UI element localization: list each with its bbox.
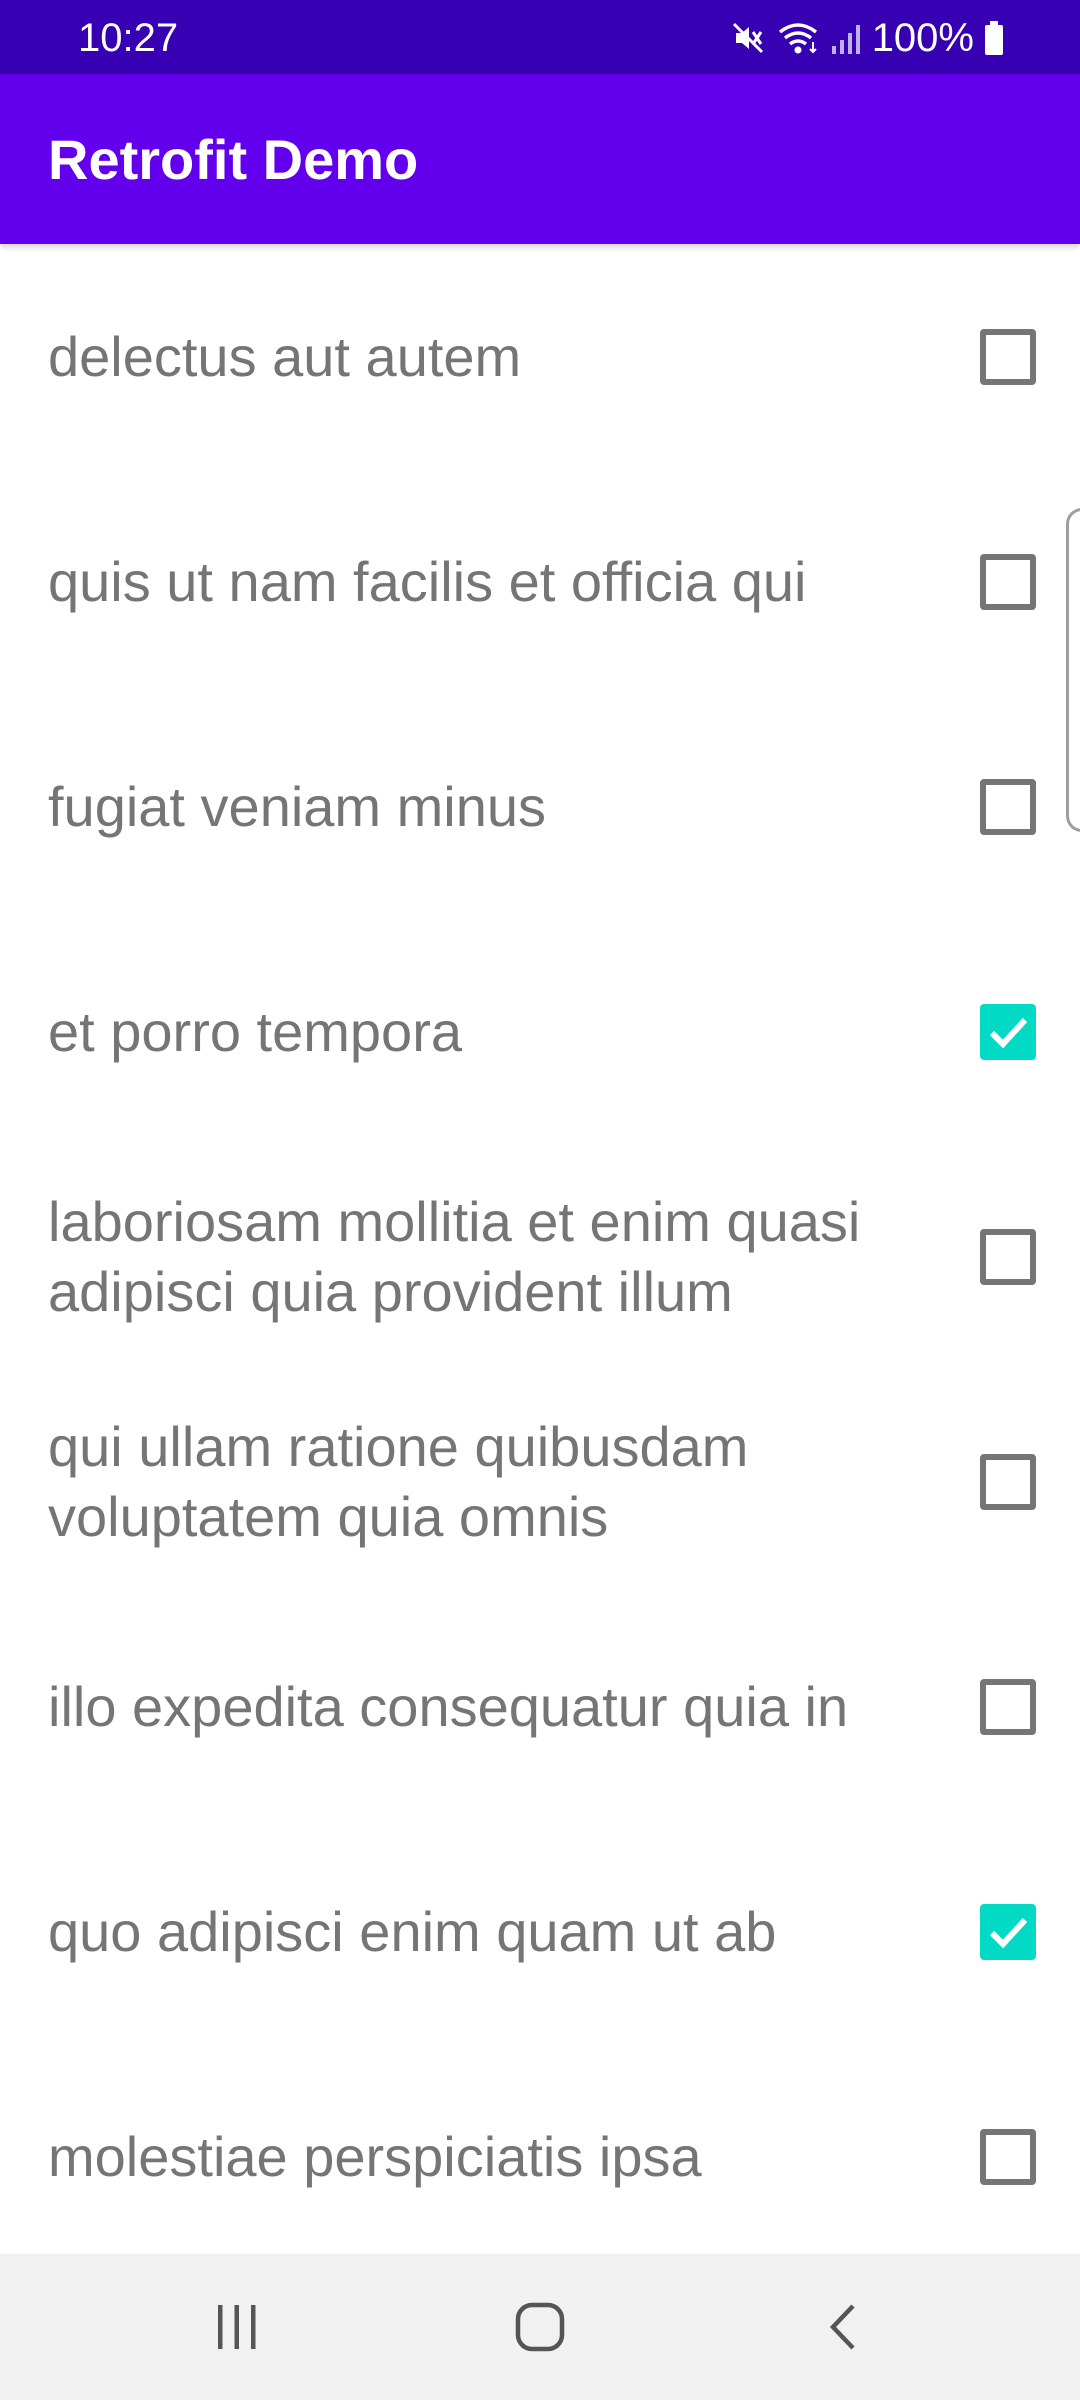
home-button[interactable]: [440, 2254, 640, 2400]
todo-checkbox-checked[interactable]: [980, 1003, 1036, 1060]
status-bar: 10:27 100%: [0, 0, 1080, 74]
list-item[interactable]: et porro tempora: [0, 919, 1080, 1144]
todo-list[interactable]: delectus aut autem quis ut nam facilis e…: [0, 244, 1080, 2254]
mute-icon: [730, 20, 766, 56]
todo-title: et porro tempora: [48, 999, 462, 1063]
todo-title: delectus aut autem: [48, 324, 522, 388]
list-item[interactable]: quis ut nam facilis et officia qui: [0, 469, 1080, 694]
navigation-bar: [0, 2254, 1080, 2400]
list-item[interactable]: delectus aut autem: [0, 244, 1080, 469]
status-icons: 100%: [730, 14, 1004, 62]
todo-checkbox[interactable]: [980, 2128, 1036, 2185]
todo-checkbox[interactable]: [980, 553, 1036, 610]
recent-apps-button[interactable]: [137, 2254, 337, 2400]
app-title: Retrofit Demo: [48, 128, 419, 191]
todo-title: quo adipisci enim quam ut ab: [48, 1899, 777, 1963]
app-bar: Retrofit Demo: [0, 74, 1080, 244]
todo-checkbox[interactable]: [980, 1678, 1036, 1735]
todo-checkbox[interactable]: [980, 1453, 1036, 1510]
todo-title: molestiae perspiciatis ipsa: [48, 2124, 702, 2188]
todo-checkbox-checked[interactable]: [980, 1903, 1036, 1960]
status-time: 10:27: [78, 16, 179, 60]
todo-title: qui ullam ratione quibusdam voluptatem q…: [48, 1414, 749, 1548]
list-item[interactable]: quo adipisci enim quam ut ab: [0, 1819, 1080, 2044]
list-item[interactable]: laboriosam mollitia et enim quasi adipis…: [0, 1144, 1080, 1369]
list-item[interactable]: fugiat veniam minus: [0, 694, 1080, 919]
list-item[interactable]: illo expedita consequatur quia in: [0, 1594, 1080, 1819]
list-item[interactable]: molestiae perspiciatis ipsa: [0, 2044, 1080, 2254]
home-icon: [515, 2302, 565, 2352]
todo-title: fugiat veniam minus: [48, 774, 547, 838]
wifi-icon: [776, 20, 820, 56]
battery-percentage: 100%: [871, 16, 974, 60]
todo-title: laboriosam mollitia et enim quasi adipis…: [48, 1189, 861, 1323]
app-screen: 10:27 100% Retrofit Demo delectus aut au…: [0, 0, 1080, 2400]
scroll-handle[interactable]: [1066, 508, 1080, 832]
battery-icon: [984, 20, 1004, 56]
todo-checkbox[interactable]: [980, 1228, 1036, 1285]
recent-apps-icon: [218, 2305, 256, 2349]
todo-title: illo expedita consequatur quia in: [48, 1674, 849, 1738]
list-item[interactable]: qui ullam ratione quibusdam voluptatem q…: [0, 1369, 1080, 1594]
todo-title: quis ut nam facilis et officia qui: [48, 549, 807, 613]
todo-checkbox[interactable]: [980, 778, 1036, 835]
todo-checkbox[interactable]: [980, 328, 1036, 385]
back-button[interactable]: [743, 2254, 943, 2400]
back-icon: [829, 2304, 855, 2350]
signal-icon: [830, 20, 862, 56]
